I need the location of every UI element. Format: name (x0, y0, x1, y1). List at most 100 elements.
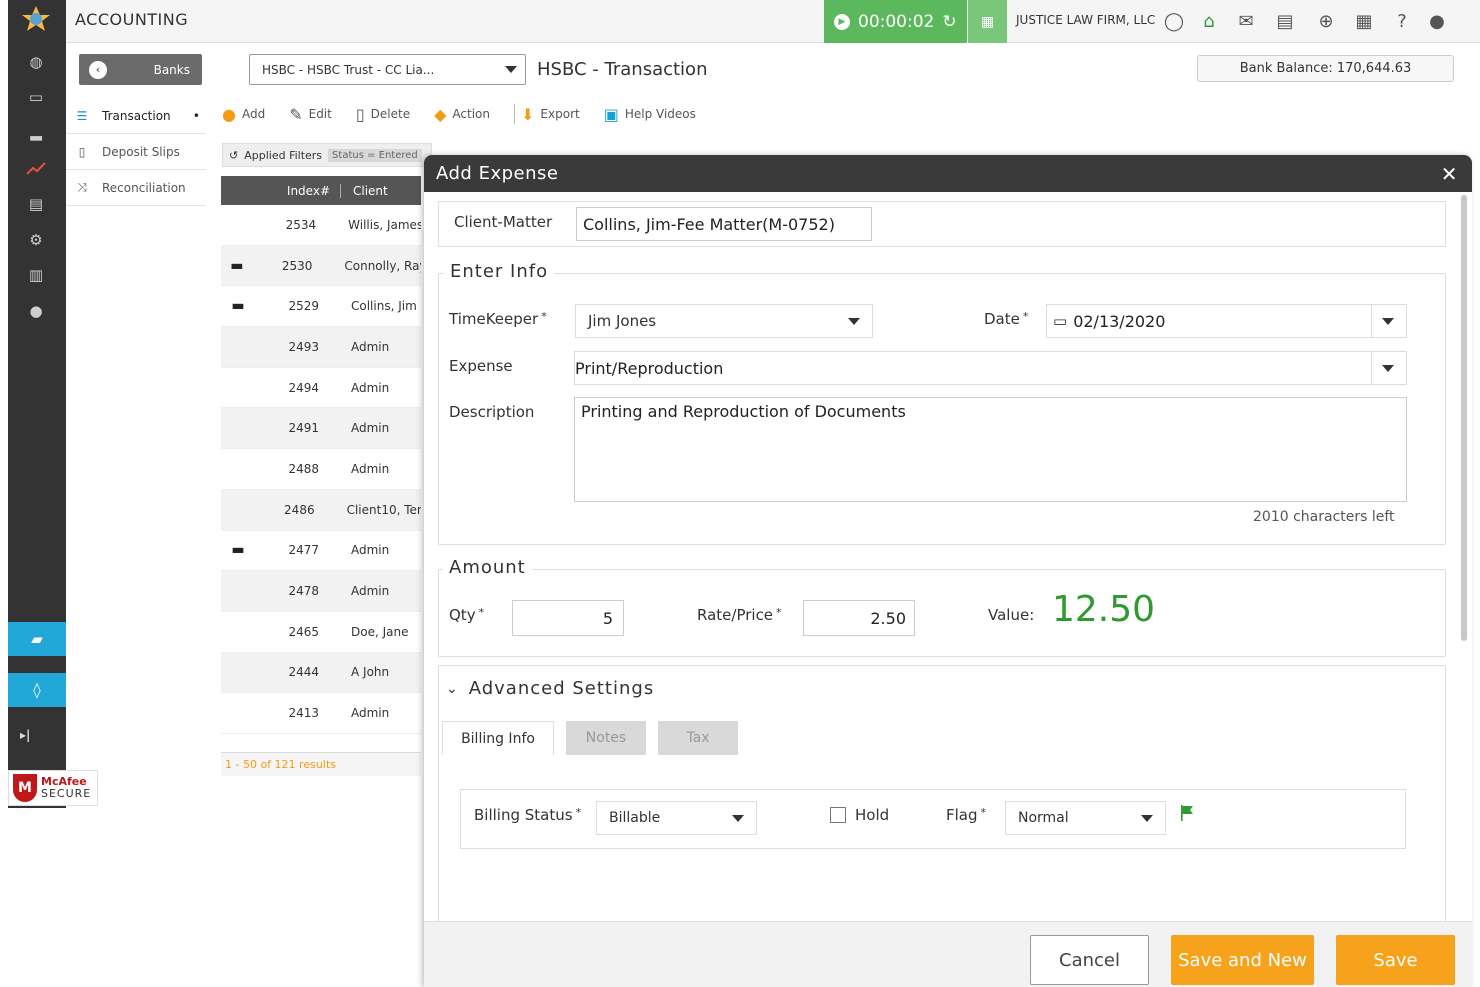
cancel-button[interactable]: Cancel (1030, 935, 1149, 985)
description-label: Description (449, 403, 535, 421)
column-header-client[interactable]: Client (341, 184, 388, 198)
calendar-icon[interactable]: ▭ (1053, 312, 1067, 330)
user-icon[interactable]: ● (1425, 9, 1449, 33)
account-select[interactable]: HSBC - HSBC Trust - CC Lia... (249, 54, 526, 85)
required-mark: * (1022, 310, 1029, 323)
laptop-icon[interactable]: ▂ (22, 120, 50, 144)
timekeeper-label-text: TimeKeeper (449, 310, 539, 328)
date-picker[interactable]: ▭ 02/13/2020 (1046, 304, 1407, 338)
table-row[interactable]: 2478 Admin (221, 571, 421, 612)
modal-scrollbar[interactable] (1461, 195, 1467, 641)
add-button[interactable]: ● Add (222, 105, 265, 124)
flag-label-text: Flag (946, 806, 978, 824)
qty-input[interactable]: 5 (512, 600, 624, 636)
action-button[interactable]: ◆ Action (434, 105, 490, 124)
row-index: 2465 (288, 624, 319, 639)
plus-icon[interactable]: ⊕ (1314, 9, 1338, 33)
edit-icon: ✎ (289, 104, 303, 124)
table-row[interactable]: 2444 A John (221, 652, 421, 694)
bank-icon[interactable]: ⌂ (1197, 9, 1221, 33)
row-client: Connolly, Ray (344, 258, 422, 273)
subnav-item-transaction[interactable]: ☰ Transaction • (66, 98, 206, 134)
report-icon[interactable]: ▥ (22, 263, 50, 287)
expense-select[interactable]: Print/Reproduction (574, 351, 1407, 385)
export-button[interactable]: ⬇ Export (521, 105, 580, 124)
table-row[interactable]: ▬ 2529 Collins, Jim (221, 286, 421, 328)
timer[interactable]: ▶ 00:00:02 ↻ (824, 0, 967, 43)
billing-status-select[interactable]: Billable (596, 801, 757, 835)
chevron-down-icon[interactable] (1382, 317, 1394, 325)
description-textarea[interactable]: Printing and Reproduction of Documents (574, 397, 1407, 502)
rate-input[interactable]: 2.50 (803, 600, 915, 636)
subnav-item-reconciliation[interactable]: ⤨ Reconciliation (66, 170, 206, 206)
drop-icon[interactable]: ◊ (8, 673, 66, 707)
table-row[interactable]: 2491 Admin (221, 408, 421, 450)
dashboard-icon[interactable]: ◍ (22, 50, 50, 74)
edit-button[interactable]: ✎ Edit (289, 105, 332, 124)
delete-label: Delete (370, 107, 411, 121)
download-icon: ⬇ (521, 104, 535, 124)
users-gear-icon[interactable]: ⚙ (22, 228, 50, 252)
banks-button[interactable]: ‹ Banks (79, 54, 202, 85)
help-icon[interactable]: ? (1390, 9, 1414, 33)
timekeeper-select[interactable]: Jim Jones (575, 304, 873, 338)
help-videos-button[interactable]: ▣ Help Videos (604, 105, 696, 124)
flag-select[interactable]: Normal (1005, 801, 1166, 835)
delete-button[interactable]: ▯ Delete (356, 105, 410, 124)
tab-notes[interactable]: Notes (566, 721, 646, 755)
client-matter-field[interactable]: Collins, Jim-Fee Matter(M-0752) (576, 207, 872, 241)
save-button[interactable]: Save (1336, 935, 1455, 985)
billing-status-label-text: Billing Status (474, 806, 573, 824)
transactions-table: Index# Client 2534 Willis, James ▬ 2530 Conn… (221, 176, 421, 734)
row-index: 2491 (288, 421, 319, 436)
chart-icon[interactable] (22, 156, 50, 180)
credit-card-icon: ▬ (231, 298, 245, 315)
applied-filters[interactable]: ↺ Applied Filters Status = Entered (222, 143, 432, 167)
chat-icon[interactable]: ▰ (8, 622, 66, 656)
table-row[interactable]: 2486 Client10, Ten (221, 489, 421, 531)
date-label-text: Date (984, 310, 1020, 328)
table-row[interactable]: ▬ 2477 Admin (221, 531, 421, 572)
hold-checkbox[interactable] (830, 807, 846, 823)
table-row[interactable]: ▬ 2530 Connolly, Ray (221, 245, 422, 287)
mail-icon[interactable]: ✉ (1234, 9, 1258, 33)
row-index: 2488 (288, 461, 319, 476)
close-icon[interactable]: ✕ (1441, 162, 1458, 186)
advanced-settings-toggle[interactable]: ⌄ Advanced Settings (440, 678, 661, 699)
table-header: Index# Client (221, 176, 421, 205)
module-title: ACCOUNTING (75, 10, 189, 29)
folder-icon[interactable]: ▭ (22, 85, 50, 109)
tab-tax[interactable]: Tax (658, 721, 738, 755)
column-header-index[interactable]: Index# (221, 183, 341, 198)
calculator-icon[interactable]: ▦ (967, 0, 1007, 43)
export-label: Export (540, 107, 580, 121)
table-row[interactable]: 2493 Admin (221, 327, 421, 368)
money-icon[interactable]: ▤ (22, 192, 50, 216)
save-and-new-button[interactable]: Save and New (1171, 935, 1314, 985)
refresh-icon[interactable]: ↺ (229, 149, 238, 162)
table-row[interactable]: 2534 Willis, James (221, 205, 421, 246)
billing-status-label: Billing Status * (474, 806, 581, 824)
expand-rail-icon[interactable]: ▸| (20, 728, 30, 742)
rate-label-text: Rate/Price (697, 606, 774, 624)
file-icon: ▯ (78, 144, 86, 159)
back-arrow-icon: ‹ (89, 60, 107, 79)
table-row[interactable]: 2465 Doe, Jane (221, 612, 421, 653)
filter-chip[interactable]: Status = Entered (328, 148, 422, 162)
chat-bubble-icon[interactable]: ◯ (1162, 9, 1186, 33)
film-icon[interactable]: ▦ (1352, 9, 1376, 33)
app-logo-icon[interactable] (18, 4, 54, 34)
reset-icon[interactable]: ↻ (942, 12, 956, 32)
person-icon[interactable]: ● (22, 299, 50, 323)
table-row[interactable]: 2413 Admin (221, 693, 421, 734)
play-icon[interactable]: ▶ (834, 13, 850, 30)
table-row[interactable]: 2494 Admin (221, 368, 421, 409)
table-row[interactable]: 2488 Admin (221, 449, 421, 490)
billing-status-value: Billable (609, 810, 661, 826)
subnav-item-deposit-slips[interactable]: ▯ Deposit Slips (66, 134, 206, 170)
calculator-small-icon[interactable]: ▤ (1273, 9, 1297, 33)
firm-name[interactable]: JUSTICE LAW FIRM, LLC (1016, 13, 1155, 27)
tab-billing-info[interactable]: Billing Info (442, 721, 554, 755)
flag-label: Flag * (946, 806, 986, 824)
toolbar: ● Add ✎ Edit ▯ Delete ◆ Action ⬇ Export … (222, 104, 696, 124)
